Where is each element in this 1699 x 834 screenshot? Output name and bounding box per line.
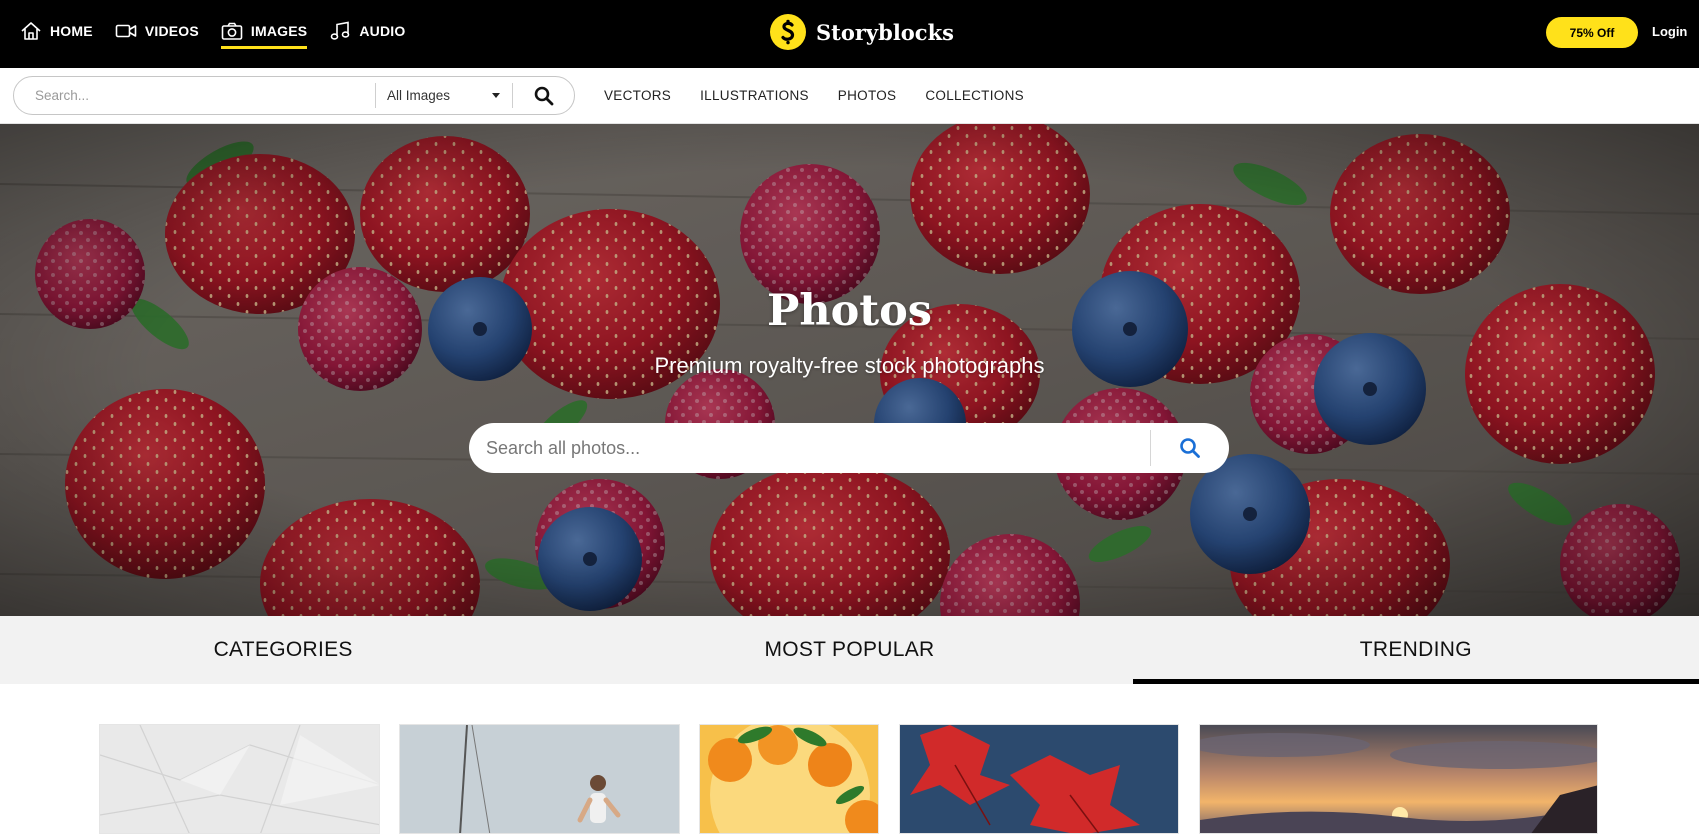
top-navigation-bar: HOME VIDEOS IMAGES AUDIO Storyblocks 75%… — [0, 0, 1699, 68]
secondary-nav-bar: All Images VECTORS ILLUSTRATIONS PHOTOS … — [0, 68, 1699, 124]
nav-item-images-label: IMAGES — [250, 23, 308, 39]
hero-search-button[interactable] — [1151, 423, 1229, 473]
login-link[interactable]: Login — [1652, 24, 1687, 39]
tab-categories[interactable]: CATEGORIES — [0, 616, 566, 684]
link-photos[interactable]: PHOTOS — [838, 88, 897, 103]
hero-subtitle: Premium royalty-free stock photographs — [654, 353, 1045, 378]
trending-photos-grid — [0, 684, 1699, 834]
photo-thumbnail-oranges[interactable] — [699, 724, 879, 834]
video-camera-icon — [115, 24, 137, 38]
nav-item-home-label: HOME — [50, 23, 93, 39]
discount-button[interactable]: 75% Off — [1546, 17, 1638, 48]
nav-item-audio-label: AUDIO — [359, 23, 406, 39]
main-nav-links: HOME VIDEOS IMAGES AUDIO — [20, 0, 405, 62]
link-collections[interactable]: COLLECTIONS — [925, 88, 1024, 103]
photo-thumbnail-sunset[interactable] — [1199, 724, 1598, 834]
music-note-icon — [331, 21, 350, 40]
image-type-links: VECTORS ILLUSTRATIONS PHOTOS COLLECTIONS — [604, 68, 1024, 123]
link-illustrations[interactable]: ILLUSTRATIONS — [700, 88, 809, 103]
brand-name: Storyblocks — [816, 19, 954, 45]
nav-item-videos-label: VIDEOS — [144, 23, 199, 39]
caret-down-icon — [492, 93, 500, 98]
home-icon — [21, 22, 41, 40]
hero-search — [469, 423, 1229, 473]
nav-item-videos[interactable]: VIDEOS — [115, 17, 199, 45]
browse-tabs: CATEGORIES MOST POPULAR TRENDING — [0, 616, 1699, 684]
image-type-selected: All Images — [387, 88, 451, 103]
photo-thumbnail-maple-leaves[interactable] — [899, 724, 1179, 834]
hero-title: Photos — [766, 286, 933, 336]
hero-banner: Photos Premium royalty-free stock photog… — [0, 124, 1699, 616]
brand-home-link[interactable]: Storyblocks — [770, 14, 954, 50]
tab-trending[interactable]: TRENDING — [1132, 616, 1699, 684]
photo-thumbnail-paper[interactable] — [99, 724, 380, 834]
nav-item-home[interactable]: HOME — [20, 17, 93, 45]
image-type-select[interactable]: All Images — [376, 77, 512, 114]
search-field-wrapper — [14, 77, 375, 114]
search-icon — [534, 86, 553, 105]
hero-search-input[interactable] — [469, 423, 1150, 473]
search-input[interactable] — [35, 88, 375, 103]
link-vectors[interactable]: VECTORS — [604, 88, 671, 103]
photo-thumbnail-runner[interactable] — [399, 724, 680, 834]
search-submit-button[interactable] — [513, 77, 574, 114]
nav-item-images[interactable]: IMAGES — [220, 17, 308, 49]
tab-most-popular[interactable]: MOST POPULAR — [566, 616, 1132, 684]
nav-item-audio[interactable]: AUDIO — [329, 17, 405, 45]
search-icon — [1180, 438, 1200, 458]
header-search: All Images — [13, 76, 575, 115]
camera-icon — [221, 22, 243, 40]
storyblocks-logo-icon — [770, 14, 806, 50]
